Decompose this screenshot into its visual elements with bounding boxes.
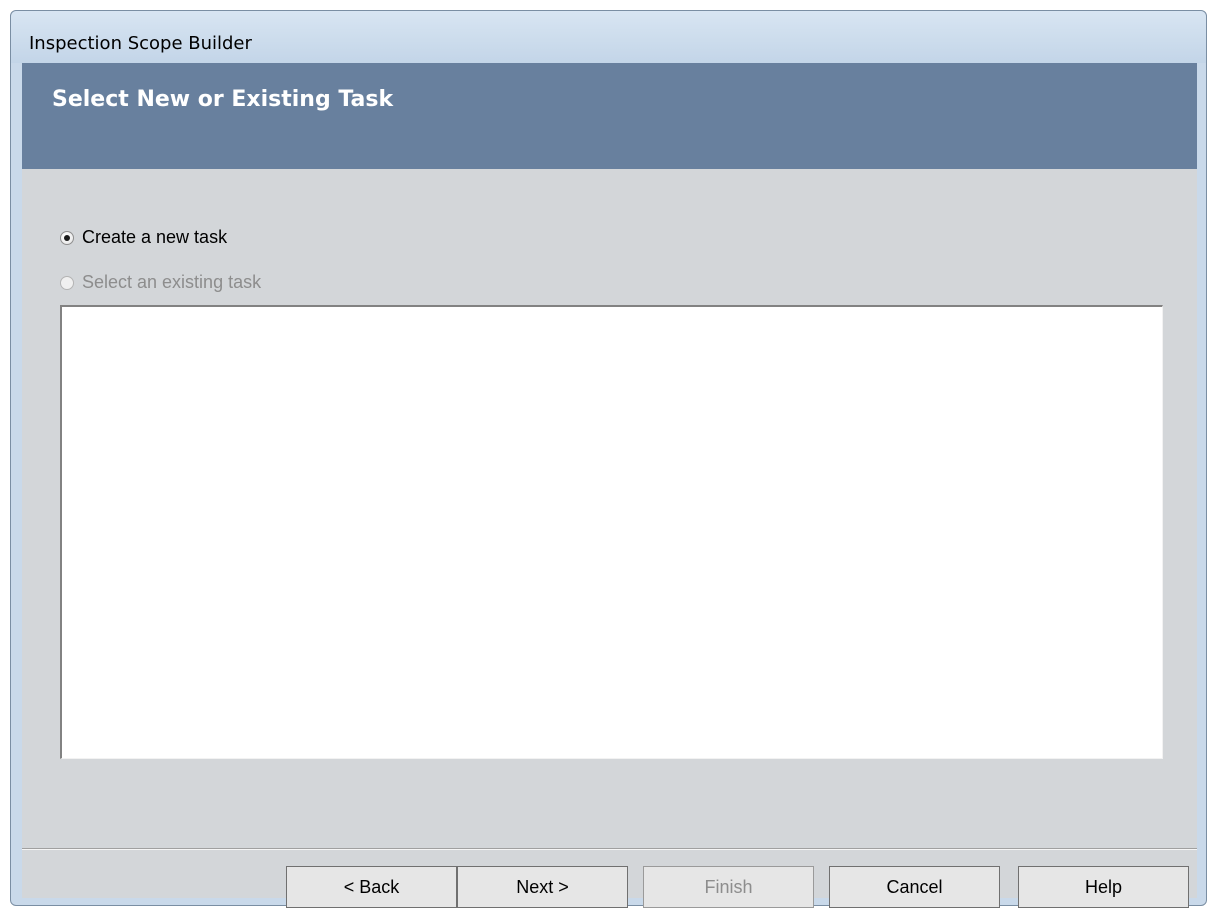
select-existing-task-option: Select an existing task: [60, 272, 261, 293]
next-button[interactable]: Next >: [457, 866, 628, 908]
back-button[interactable]: < Back: [286, 866, 457, 908]
wizard-window: Inspection Scope Builder Select New or E…: [10, 10, 1207, 908]
finish-button: Finish: [643, 866, 814, 908]
create-new-task-radio[interactable]: [60, 230, 74, 245]
create-new-task-label: Create a new task: [82, 227, 228, 247]
header-banner: Select New or Existing Task: [22, 63, 1197, 169]
create-new-task-option[interactable]: Create a new task: [60, 227, 227, 248]
cancel-button[interactable]: Cancel: [829, 866, 1000, 908]
wizard-body: Select New or Existing Task Create a new…: [22, 63, 1197, 908]
help-button[interactable]: Help: [1018, 866, 1189, 908]
select-existing-task-radio: [60, 275, 74, 290]
select-existing-task-label: Select an existing task: [82, 272, 262, 292]
existing-tasks-list[interactable]: [60, 305, 1163, 759]
page-title: Select New or Existing Task: [52, 87, 394, 112]
window-title: Inspection Scope Builder: [29, 33, 252, 54]
button-separator: [22, 848, 1197, 850]
title-bar[interactable]: Inspection Scope Builder: [11, 11, 1206, 63]
